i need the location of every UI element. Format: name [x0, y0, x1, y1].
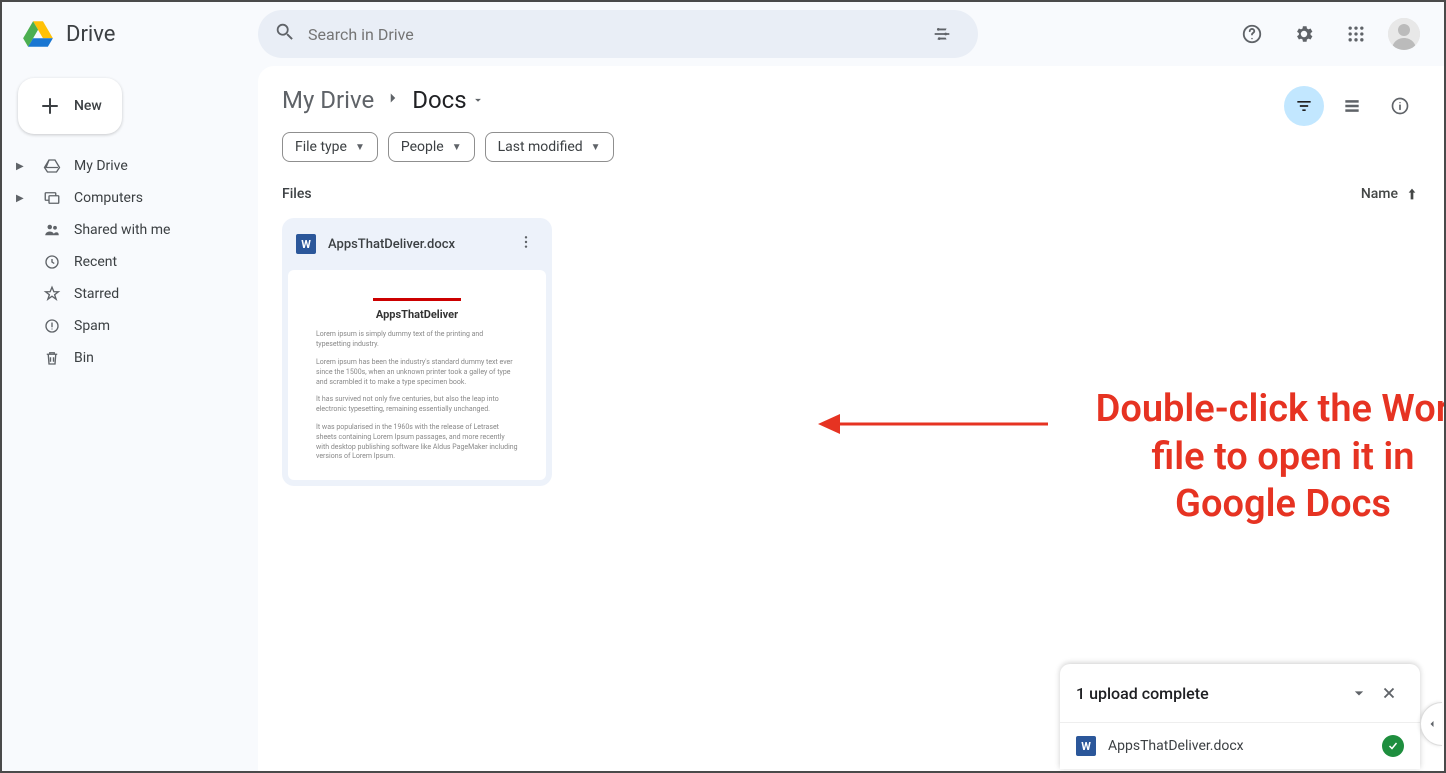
sidebar-item-bin[interactable]: Bin	[10, 342, 242, 374]
bin-icon	[42, 349, 62, 367]
logo-wrap[interactable]: Drive	[18, 14, 258, 54]
sidebar-item-my-drive[interactable]: ▶ My Drive	[10, 150, 242, 182]
file-card-header: W AppsThatDeliver.docx	[282, 218, 552, 270]
filter-button[interactable]	[1284, 86, 1324, 126]
sidebar-item-label: Shared with me	[74, 222, 170, 238]
arrow-up-icon	[1404, 186, 1420, 202]
sort-label: Name	[1361, 186, 1398, 202]
gear-icon[interactable]	[1284, 14, 1324, 54]
new-button[interactable]: New	[18, 78, 122, 134]
upload-toast: 1 upload complete W AppsThatDeliver.docx	[1060, 664, 1420, 769]
chevron-right-icon	[384, 89, 402, 111]
recent-icon	[42, 253, 62, 271]
sidebar-item-label: Recent	[74, 254, 117, 270]
caret-down-icon: ▼	[452, 142, 462, 153]
chevron-right-icon: ▶	[16, 161, 28, 172]
thumb-title: AppsThatDeliver	[316, 307, 518, 322]
view-controls	[1284, 86, 1420, 126]
breadcrumb: My Drive Docs	[282, 86, 1420, 114]
breadcrumb-root[interactable]: My Drive	[282, 86, 374, 114]
sidebar-item-label: Computers	[74, 190, 143, 206]
header: Drive	[2, 2, 1444, 66]
sidebar-item-shared[interactable]: Shared with me	[10, 214, 242, 246]
filter-chips: File type ▼ People ▼ Last modified ▼	[282, 132, 1420, 162]
breadcrumb-current-label: Docs	[412, 86, 466, 114]
file-grid: W AppsThatDeliver.docx AppsThatDeliver L…	[282, 218, 1420, 486]
chip-last-modified[interactable]: Last modified ▼	[485, 132, 614, 162]
file-card[interactable]: W AppsThatDeliver.docx AppsThatDeliver L…	[282, 218, 552, 486]
sort-by[interactable]: Name	[1361, 186, 1420, 202]
word-doc-icon: W	[1076, 736, 1096, 756]
close-icon[interactable]	[1374, 678, 1404, 708]
breadcrumb-current[interactable]: Docs	[412, 86, 484, 114]
sidebar-item-spam[interactable]: Spam	[10, 310, 242, 342]
files-section-header: Files Name	[282, 186, 1420, 202]
success-check-icon	[1382, 735, 1404, 757]
chip-label: File type	[295, 139, 347, 155]
shared-icon	[42, 221, 62, 239]
toast-header: 1 upload complete	[1060, 664, 1420, 722]
search-icon	[274, 21, 296, 47]
sidebar-item-label: My Drive	[74, 158, 128, 174]
chip-file-type[interactable]: File type ▼	[282, 132, 378, 162]
caret-down-icon	[471, 93, 485, 107]
app-name: Drive	[66, 22, 115, 47]
header-right	[1232, 14, 1428, 54]
sidebar-item-label: Starred	[74, 286, 119, 302]
file-thumbnail: AppsThatDeliver Lorem ipsum is simply du…	[288, 270, 546, 480]
files-label: Files	[282, 186, 312, 202]
avatar[interactable]	[1388, 18, 1420, 50]
file-name: AppsThatDeliver.docx	[328, 237, 502, 252]
new-button-label: New	[74, 98, 102, 114]
chip-people[interactable]: People ▼	[388, 132, 475, 162]
chevron-down-icon[interactable]	[1344, 678, 1374, 708]
computers-icon	[42, 189, 62, 207]
list-view-button[interactable]	[1332, 86, 1372, 126]
sidebar-item-recent[interactable]: Recent	[10, 246, 242, 278]
spam-icon	[42, 317, 62, 335]
drive-logo-icon	[18, 14, 58, 54]
word-doc-icon: W	[296, 234, 316, 254]
search-input[interactable]	[308, 25, 922, 44]
help-icon[interactable]	[1232, 14, 1272, 54]
more-options-icon[interactable]	[514, 230, 538, 258]
chip-label: People	[401, 139, 444, 155]
toast-item[interactable]: W AppsThatDeliver.docx	[1060, 722, 1420, 769]
toast-title: 1 upload complete	[1076, 684, 1209, 703]
plus-icon	[38, 94, 62, 118]
sidebar-item-computers[interactable]: ▶ Computers	[10, 182, 242, 214]
toast-file-name: AppsThatDeliver.docx	[1108, 738, 1370, 754]
star-icon	[42, 285, 62, 303]
sidebar-item-label: Bin	[74, 350, 94, 366]
chevron-right-icon: ▶	[16, 193, 28, 204]
info-button[interactable]	[1380, 86, 1420, 126]
sidebar-item-starred[interactable]: Starred	[10, 278, 242, 310]
chip-label: Last modified	[498, 139, 583, 155]
sidebar: New ▶ My Drive ▶ Computers Shared with m…	[2, 66, 258, 771]
my-drive-icon	[42, 157, 62, 175]
search-options-icon[interactable]	[922, 14, 962, 54]
sidebar-item-label: Spam	[74, 318, 110, 334]
caret-down-icon: ▼	[355, 142, 365, 153]
apps-grid-icon[interactable]	[1336, 14, 1376, 54]
search-bar[interactable]	[258, 10, 978, 58]
caret-down-icon: ▼	[591, 142, 601, 153]
